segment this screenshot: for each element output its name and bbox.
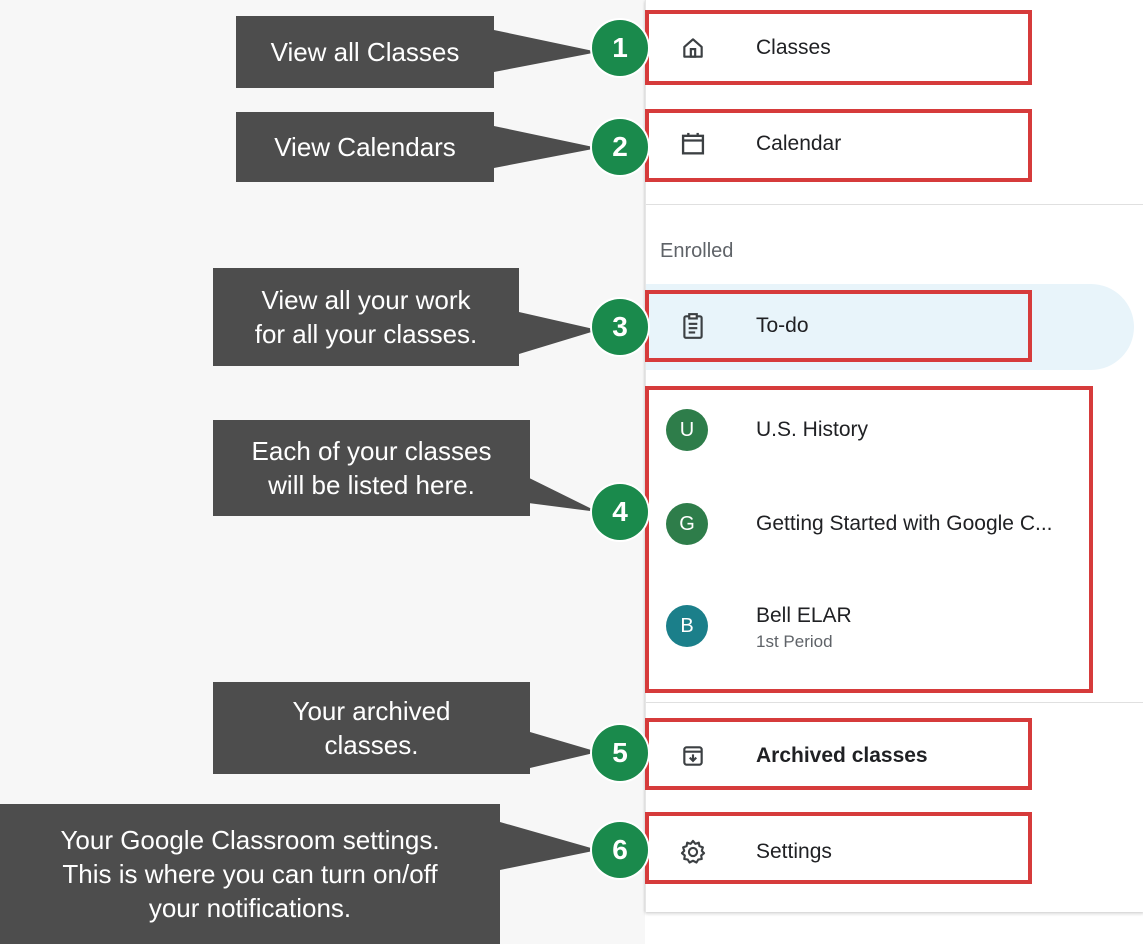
callout-4: Each of your classes will be listed here… bbox=[213, 420, 530, 516]
step-badge-2: 2 bbox=[592, 119, 648, 175]
section-heading-enrolled: Enrolled bbox=[660, 240, 734, 262]
callout-text: View all your work for all your classes. bbox=[254, 285, 478, 349]
step-badge-4: 4 bbox=[592, 484, 648, 540]
callout-6: Your Google Classroom settings. This is … bbox=[0, 804, 500, 944]
highlight-box-calendar bbox=[645, 109, 1032, 182]
step-badge-5: 5 bbox=[592, 725, 648, 781]
divider bbox=[646, 702, 1143, 703]
step-badge-1: 1 bbox=[592, 20, 648, 76]
callout-2: View Calendars bbox=[236, 112, 494, 182]
step-badge-6: 6 bbox=[592, 822, 648, 878]
callout-5: Your archived classes. bbox=[213, 682, 530, 774]
step-badge-3: 3 bbox=[592, 299, 648, 355]
highlight-box-todo bbox=[645, 290, 1032, 362]
callout-text: Your archived classes. bbox=[292, 696, 451, 760]
callout-text: View all Classes bbox=[270, 37, 460, 67]
highlight-box-archived bbox=[645, 718, 1032, 790]
callout-3: View all your work for all your classes. bbox=[213, 268, 519, 366]
callout-text: View Calendars bbox=[274, 132, 456, 162]
highlight-box-settings bbox=[645, 812, 1032, 884]
divider bbox=[646, 204, 1143, 205]
callout-1: View all Classes bbox=[236, 16, 494, 88]
callout-text: Each of your classes will be listed here… bbox=[251, 436, 492, 500]
callout-text: Your Google Classroom settings. This is … bbox=[60, 825, 440, 923]
highlight-box-classes bbox=[645, 10, 1032, 85]
highlight-box-class-list bbox=[645, 386, 1093, 693]
